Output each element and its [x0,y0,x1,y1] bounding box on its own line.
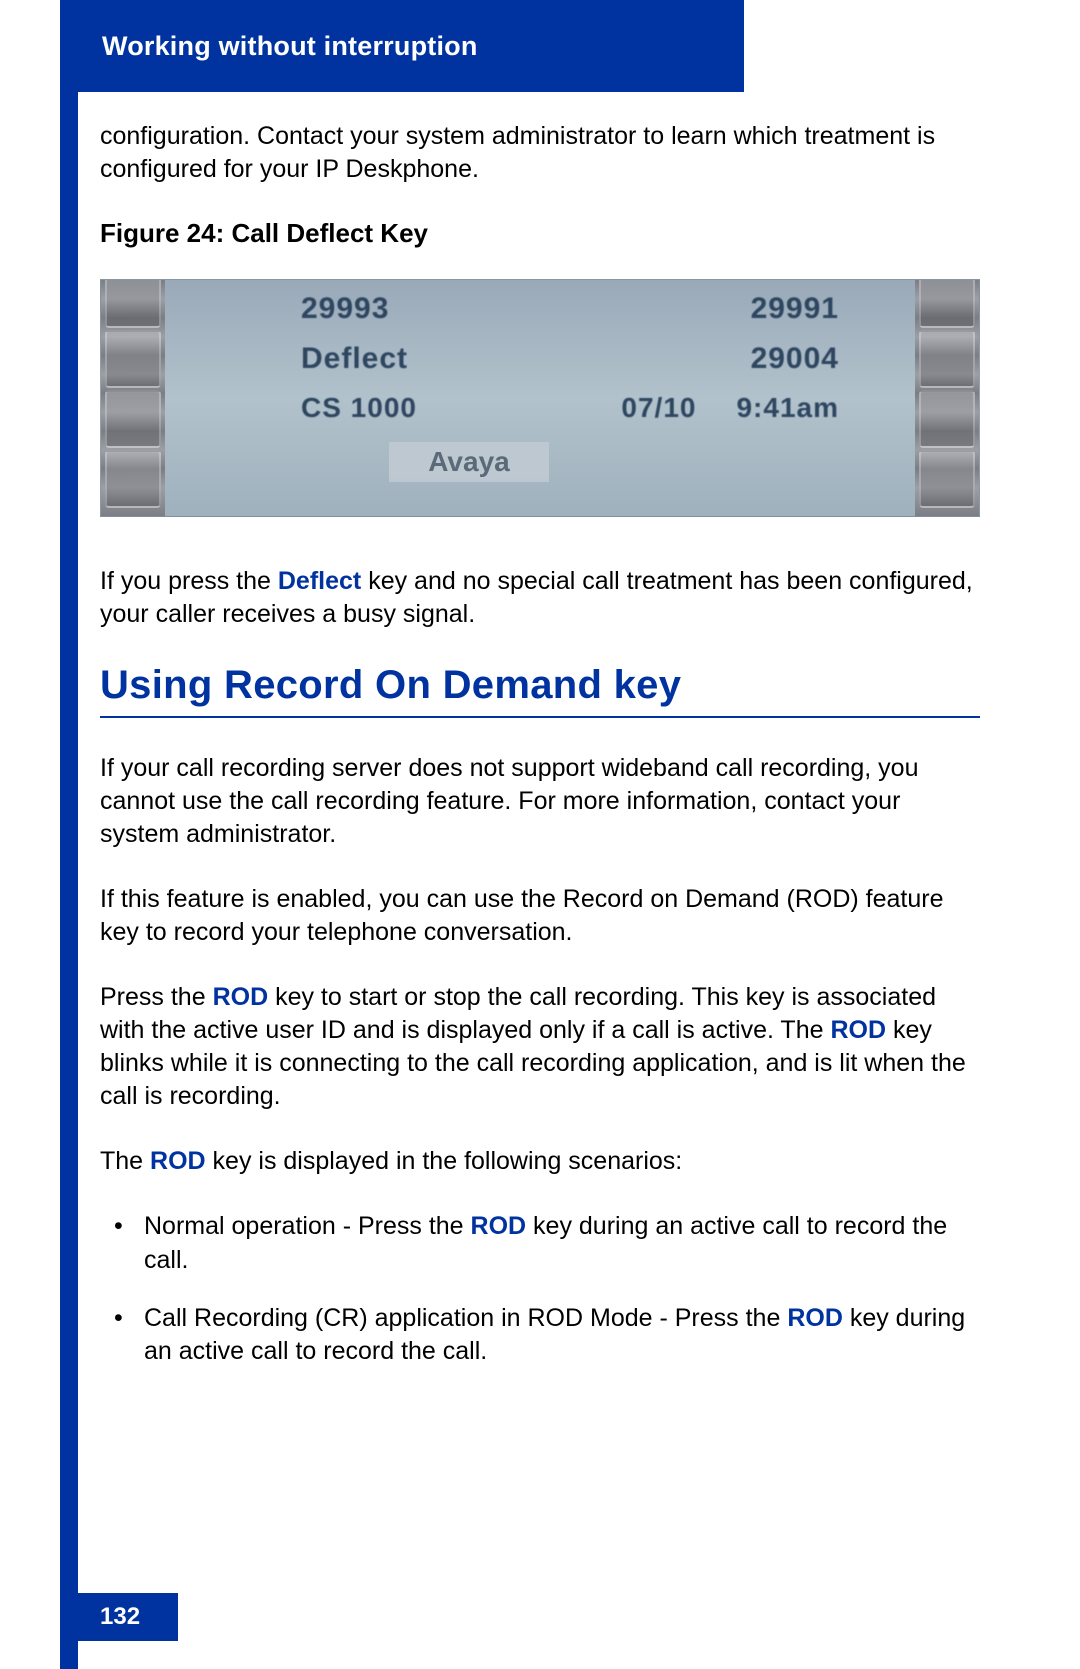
screen-value: CS 1000 [301,392,417,424]
section-title: Using Record On Demand key [100,663,980,718]
content-area: configuration. Contact your system admin… [100,120,980,1393]
text-fragment: Call Recording (CR) application in ROD M… [144,1304,787,1332]
text-fragment: Press the [100,983,213,1011]
screen-value: 29993 [301,292,389,326]
brand-overlay-text: Avaya [428,446,509,478]
page-header: Working without interruption [60,0,744,92]
rod-scenario-list: Normal operation - Press the ROD key dur… [100,1210,980,1369]
screen-row-3: CS 1000 07/10 9:41am [301,392,839,424]
key-name-rod: ROD [471,1212,527,1240]
phone-screen: 29993 29991 Deflect 29004 CS 1000 07/10 … [181,280,899,516]
figure-caption: Figure 24: Call Deflect Key [100,218,980,249]
rod-paragraph-1: If your call recording server does not s… [100,752,980,851]
key-name-rod: ROD [830,1016,886,1044]
text-fragment: The [100,1147,150,1175]
screen-row-2: Deflect 29004 [301,342,839,376]
text-fragment: key is displayed in the following scenar… [206,1147,683,1175]
rod-paragraph-3: Press the ROD key to start or stop the c… [100,981,980,1113]
screen-value: Deflect [301,342,408,376]
screen-value: 29004 [751,342,839,376]
text-fragment: Normal operation - Press the [144,1212,471,1240]
key-name-deflect: Deflect [278,567,361,595]
text-fragment: If you press the [100,567,278,595]
left-color-bar [60,0,78,1669]
intro-paragraph: configuration. Contact your system admin… [100,120,980,186]
rod-paragraph-2: If this feature is enabled, you can use … [100,883,980,949]
screen-time: 9:41am [736,392,839,424]
phone-bezel-right [915,280,979,516]
page-header-title: Working without interruption [102,31,478,62]
key-name-rod: ROD [150,1147,206,1175]
document-page: Working without interruption configurati… [0,0,1080,1669]
list-item: Call Recording (CR) application in ROD M… [100,1302,980,1370]
page-number-value: 132 [100,1603,140,1630]
deflect-note: If you press the Deflect key and no spec… [100,565,980,631]
list-item: Normal operation - Press the ROD key dur… [100,1210,980,1278]
brand-overlay: Avaya [389,442,549,482]
screen-row-1: 29993 29991 [301,292,839,326]
screen-date: 07/10 [621,392,696,424]
rod-paragraph-4: The ROD key is displayed in the followin… [100,1145,980,1178]
phone-bezel-left [101,280,165,516]
key-name-rod: ROD [213,983,269,1011]
page-number: 132 [60,1593,178,1641]
screen-value: 29991 [751,292,839,326]
figure-call-deflect-key: 29993 29991 Deflect 29004 CS 1000 07/10 … [100,279,980,517]
key-name-rod: ROD [787,1304,843,1332]
